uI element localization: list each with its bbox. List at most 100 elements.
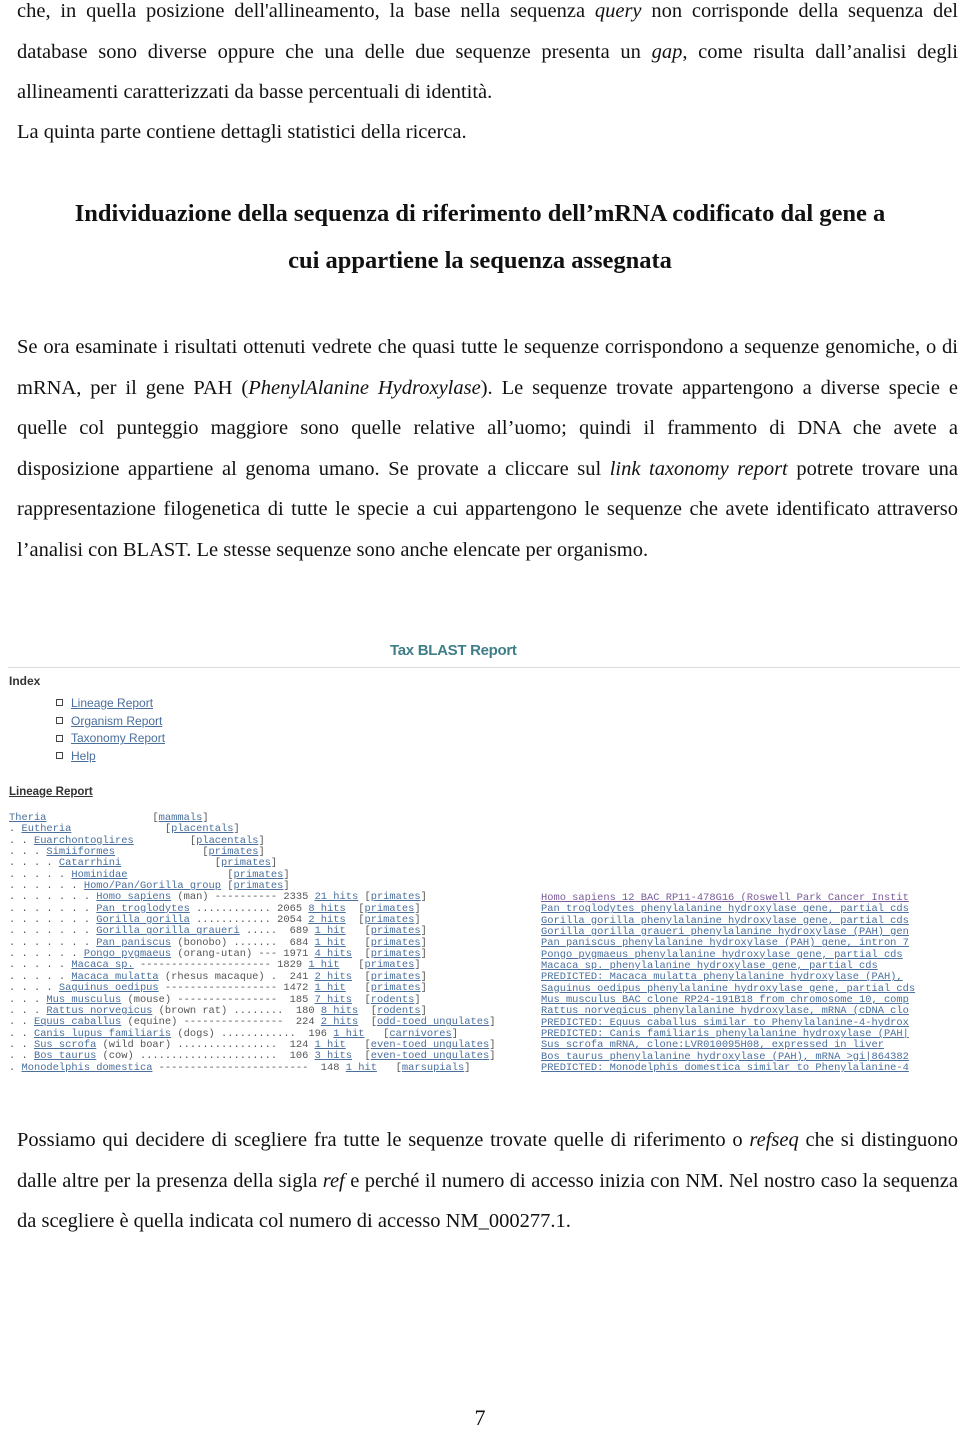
taxon-link[interactable]: Homo/Pan/Gorilla group bbox=[84, 880, 221, 892]
hits-link[interactable]: 21 hits bbox=[315, 891, 359, 903]
hits-link[interactable]: 1 hit bbox=[315, 1039, 346, 1051]
organism-link[interactable]: Macaca sp. bbox=[71, 959, 133, 971]
hits-link[interactable]: 8 hits bbox=[321, 1005, 358, 1017]
hit-description-link[interactable]: Macaca sp. phenylalanine hydroxylase gen… bbox=[541, 960, 878, 972]
group-link[interactable]: carnivores bbox=[389, 1028, 451, 1040]
hits-link[interactable]: 2 hits bbox=[321, 1016, 358, 1028]
group-link[interactable]: primates bbox=[234, 869, 284, 881]
group-link[interactable]: primates bbox=[371, 948, 421, 960]
taxonomy-report-link[interactable]: Taxonomy Report bbox=[71, 731, 165, 745]
organism-link[interactable]: Sus scrofa bbox=[34, 1039, 96, 1051]
organism-link[interactable]: Mus musculus bbox=[46, 994, 121, 1006]
group-link[interactable]: primates bbox=[209, 846, 259, 858]
organism-common-name: (brown rat) ........ bbox=[152, 1004, 290, 1017]
taxon-link[interactable]: Eutheria bbox=[21, 823, 71, 835]
tree-indent: . . . . . bbox=[9, 868, 72, 881]
square-bullet-icon bbox=[56, 752, 63, 760]
hits-link[interactable]: 3 hits bbox=[315, 1050, 352, 1062]
organism-link[interactable]: Monodelphis domestica bbox=[21, 1062, 152, 1074]
organism-link[interactable]: Equus caballus bbox=[34, 1016, 121, 1028]
group-link[interactable]: even-toed ungulates bbox=[371, 1050, 489, 1062]
bracket: ] bbox=[414, 993, 421, 1006]
group-link[interactable]: placentals bbox=[171, 823, 233, 835]
group-link[interactable]: primates bbox=[221, 857, 271, 869]
hits-link[interactable]: 2 hits bbox=[315, 971, 352, 983]
bracket: ] bbox=[283, 880, 290, 893]
group-link[interactable]: placentals bbox=[196, 835, 258, 847]
organism-link[interactable]: Saguinus oedipus bbox=[59, 982, 159, 994]
hits-link[interactable]: 4 hits bbox=[315, 948, 352, 960]
group-link[interactable]: primates bbox=[364, 903, 414, 915]
hit-description-link[interactable]: Homo sapiens 12 BAC RP11-478G16 (Roswell… bbox=[541, 892, 909, 904]
organism-link[interactable]: Pongo pygmaeus bbox=[84, 948, 171, 960]
bracket: ] bbox=[283, 868, 290, 881]
group-link[interactable]: rodents bbox=[377, 1005, 421, 1017]
bracket: ] bbox=[420, 970, 427, 983]
organism-link[interactable]: Homo sapiens bbox=[96, 891, 171, 903]
hits-link[interactable]: 8 hits bbox=[308, 903, 345, 915]
group-link[interactable]: primates bbox=[371, 937, 421, 949]
organism-link[interactable]: Pan paniscus bbox=[96, 937, 171, 949]
hits-link[interactable]: 1 hit bbox=[315, 937, 346, 949]
score: 224 bbox=[289, 1016, 321, 1029]
taxon-link[interactable]: Catarrhini bbox=[59, 857, 121, 869]
hits-link[interactable]: 1 hit bbox=[333, 1028, 364, 1040]
tree-indent: . . bbox=[9, 1038, 34, 1051]
hit-description-link[interactable]: PREDICTED: Monodelphis domestica similar… bbox=[541, 1062, 909, 1074]
taxon-link[interactable]: Theria bbox=[9, 812, 46, 824]
hit-description-link[interactable]: Gorilla gorilla phenylalanine hydroxylas… bbox=[541, 915, 909, 927]
organism-link[interactable]: Bos taurus bbox=[34, 1050, 96, 1062]
hit-description-link[interactable]: Gorilla gorilla graueri phenylalanine hy… bbox=[541, 926, 909, 938]
spacer: [ bbox=[115, 846, 209, 859]
organism-link[interactable]: Macaca mulatta bbox=[71, 971, 158, 983]
group-link[interactable]: even-toed ungulates bbox=[371, 1039, 489, 1051]
hits-link[interactable]: 1 hit bbox=[315, 925, 346, 937]
bracket: ] bbox=[420, 948, 427, 961]
group-link[interactable]: marsupials bbox=[402, 1062, 464, 1074]
hit-description-link[interactable]: Rattus norvegicus phenylalanine hydroxyl… bbox=[541, 1005, 909, 1017]
hit-description-link[interactable]: PREDICTED: Macaca mulatta phenylalanine … bbox=[541, 971, 903, 983]
organism-link[interactable]: Gorilla gorilla bbox=[96, 914, 190, 926]
group-link[interactable]: primates bbox=[234, 880, 284, 892]
score: 124 bbox=[283, 1038, 315, 1051]
hit-description-link[interactable]: Pan troglodytes phenylalanine hydroxylas… bbox=[541, 903, 909, 915]
taxon-link[interactable]: Hominidae bbox=[71, 869, 127, 881]
group-link[interactable]: primates bbox=[371, 891, 421, 903]
group-link[interactable]: primates bbox=[371, 982, 421, 994]
bracket: ] bbox=[414, 902, 421, 915]
hit-description-link[interactable]: Mus musculus BAC clone RP24-191B18 from … bbox=[541, 994, 909, 1006]
group-link[interactable]: primates bbox=[371, 925, 421, 937]
hits-link[interactable]: 1 hit bbox=[346, 1062, 377, 1074]
group-link[interactable]: primates bbox=[364, 914, 414, 926]
score: 1971 bbox=[283, 948, 315, 961]
hit-description-link[interactable]: Bos taurus phenylalanine hydroxylase (PA… bbox=[541, 1051, 909, 1063]
organism-report-link[interactable]: Organism Report bbox=[71, 714, 162, 728]
hit-description-link[interactable]: Pongo pygmaeus phenylalanine hydroxylase… bbox=[541, 949, 903, 961]
section-heading: Individuazione della sequenza di riferim… bbox=[10, 190, 950, 284]
hit-description-link[interactable]: PREDICTED: Equus caballus similar to Phe… bbox=[541, 1017, 909, 1029]
hits-link[interactable]: 7 hits bbox=[315, 994, 352, 1006]
group-link[interactable]: mammals bbox=[159, 812, 203, 824]
help-link[interactable]: Help bbox=[71, 749, 96, 763]
group-link[interactable]: rodents bbox=[371, 994, 415, 1006]
group-link[interactable]: odd-toed ungulates bbox=[377, 1016, 489, 1028]
organism-link[interactable]: Rattus norvegicus bbox=[46, 1005, 152, 1017]
taxon-link[interactable]: Euarchontoglires bbox=[34, 835, 134, 847]
hit-description-link[interactable]: Pan paniscus phenylalanine hydroxylase (… bbox=[541, 937, 909, 949]
hits-link[interactable]: 2 hits bbox=[308, 914, 345, 926]
group-link[interactable]: primates bbox=[371, 971, 421, 983]
hit-description-link[interactable]: PREDICTED: Canis familiaris phenylalanin… bbox=[541, 1028, 909, 1040]
hits-link[interactable]: 1 hit bbox=[308, 959, 339, 971]
organism-link[interactable]: Gorilla gorilla graueri bbox=[96, 925, 239, 937]
body-paragraph: Se ora esaminate i risultati ottenuti ve… bbox=[17, 336, 958, 561]
organism-link[interactable]: Pan troglodytes bbox=[96, 903, 190, 915]
hit-description-link[interactable]: Saguinus oedipus phenylalanine hydroxyla… bbox=[541, 983, 915, 995]
hits-link[interactable]: 1 hit bbox=[315, 982, 346, 994]
organism-link[interactable]: Canis lupus familiaris bbox=[34, 1028, 171, 1040]
bracket: ] bbox=[420, 936, 427, 949]
spacer: [ bbox=[364, 1027, 390, 1040]
hit-description-link[interactable]: Sus scrofa mRNA, clone:LVR010095H08, exp… bbox=[541, 1039, 884, 1051]
group-link[interactable]: primates bbox=[364, 959, 414, 971]
taxon-link[interactable]: Simiiformes bbox=[46, 846, 115, 858]
lineage-report-link[interactable]: Lineage Report bbox=[71, 696, 153, 710]
